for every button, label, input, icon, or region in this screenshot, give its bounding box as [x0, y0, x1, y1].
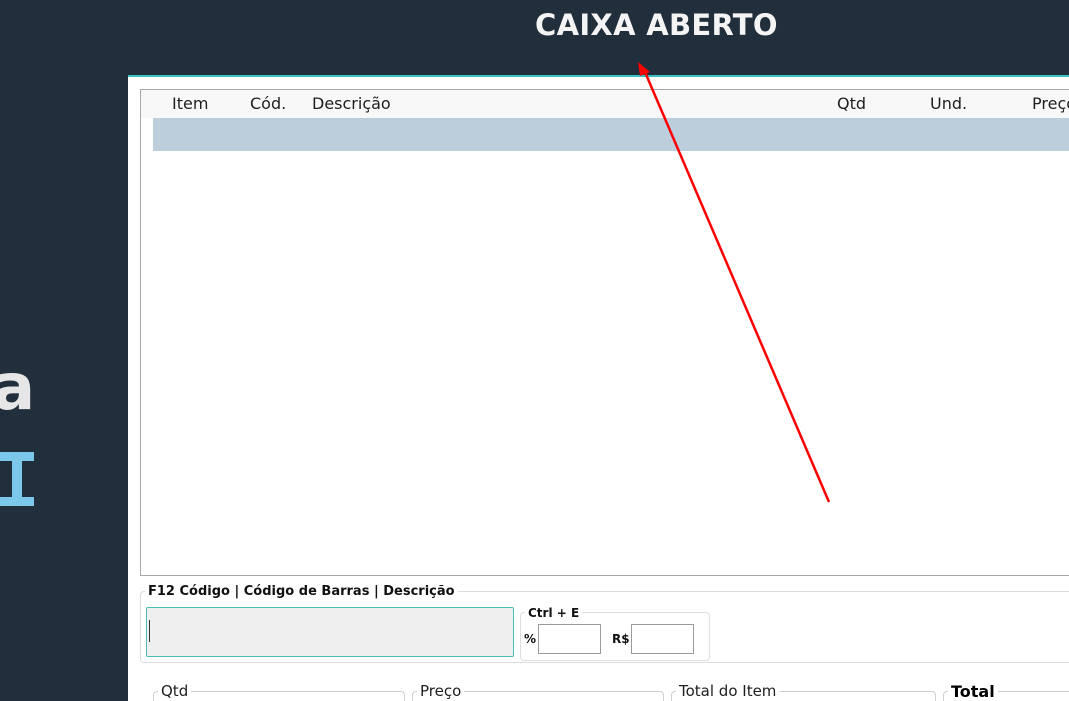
- column-header-cod[interactable]: Cód.: [250, 94, 286, 113]
- product-search-group: F12 Código | Código de Barras | Descriçã…: [140, 585, 1069, 663]
- app-window: a CAIXA ABERTO Item Cód. Descrição Qtd U…: [0, 0, 1069, 701]
- total-item-label: Total do Item: [676, 684, 780, 699]
- column-header-descricao[interactable]: Descrição: [312, 94, 391, 113]
- column-header-item[interactable]: Item: [172, 94, 208, 113]
- pos-panel: Item Cód. Descrição Qtd Und. Preço F12 C…: [128, 75, 1069, 701]
- preco-group[interactable]: Preço: [412, 684, 664, 701]
- arrow-head-icon: [638, 62, 650, 76]
- qtd-label: Qtd: [158, 684, 192, 699]
- grid-header: Item Cód. Descrição Qtd Und. Preço: [141, 90, 1069, 118]
- column-header-und[interactable]: Und.: [930, 94, 967, 113]
- discount-value-input[interactable]: [631, 624, 694, 654]
- product-search-input[interactable]: [146, 607, 514, 657]
- total-label: Total: [948, 684, 998, 700]
- page-title: CAIXA ABERTO: [535, 8, 778, 42]
- currency-label: R$: [612, 632, 630, 646]
- discount-shortcut-legend: Ctrl + E: [525, 607, 583, 619]
- search-legend: F12 Código | Código de Barras | Descriçã…: [145, 585, 458, 598]
- logo-i-glyph: [0, 452, 34, 506]
- logo-letter: a: [0, 351, 36, 425]
- column-header-qtd[interactable]: Qtd: [837, 94, 866, 113]
- preco-label: Preço: [417, 684, 465, 699]
- text-caret: [149, 620, 150, 642]
- discount-percent-input[interactable]: [538, 624, 601, 654]
- table-row-selected[interactable]: [153, 118, 1069, 151]
- total-item-group: Total do Item: [671, 684, 936, 701]
- percent-label: %: [524, 632, 537, 646]
- items-grid[interactable]: Item Cód. Descrição Qtd Und. Preço: [140, 89, 1069, 576]
- qtd-group[interactable]: Qtd: [153, 684, 405, 701]
- total-group: Total: [943, 684, 1069, 701]
- column-header-preco[interactable]: Preço: [1032, 94, 1069, 113]
- discount-group: Ctrl + E % R$: [520, 607, 710, 661]
